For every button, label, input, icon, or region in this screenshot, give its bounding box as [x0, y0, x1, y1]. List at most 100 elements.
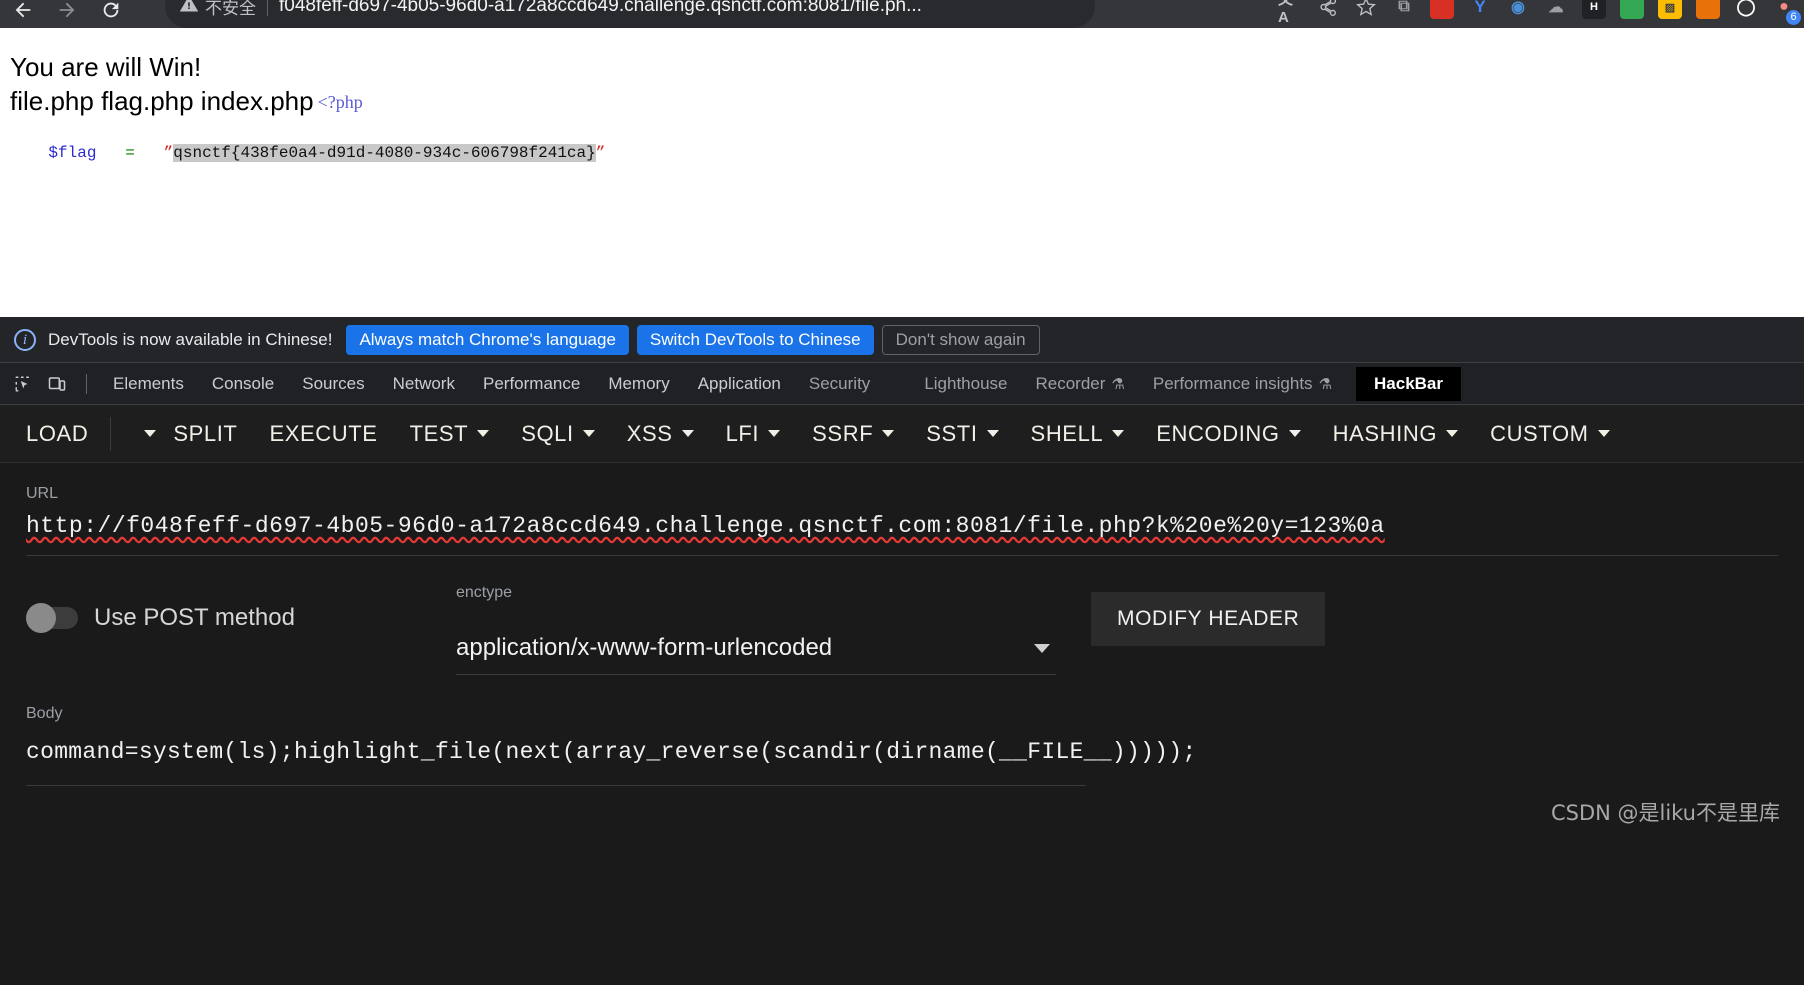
- hackbar-menu-lfi[interactable]: LFI: [726, 421, 781, 447]
- request-options-row: Use POST method enctype application/x-ww…: [26, 584, 1778, 675]
- php-quote-open: ”: [163, 144, 174, 162]
- chevron-down-icon: [477, 430, 490, 437]
- tab-label: Memory: [608, 373, 670, 393]
- dont-show-again-button[interactable]: Don't show again: [881, 324, 1040, 355]
- arrow-left-icon[interactable]: [12, 2, 34, 25]
- tab-network[interactable]: Network: [379, 363, 469, 405]
- php-source-line: $flag = ”qsnctf{438fe0a4-d91d-4080-934c-…: [10, 120, 1804, 186]
- device-toolbar-icon[interactable]: [40, 367, 74, 401]
- tab-lighthouse[interactable]: Lighthouse: [910, 363, 1021, 405]
- url-input-value: http://f048feff-d697-4b05-96d0-a172a8ccd…: [26, 513, 1385, 539]
- chevron-down-icon: [1597, 430, 1610, 437]
- switch-to-chinese-button[interactable]: Switch DevTools to Chinese: [636, 324, 874, 355]
- extension-green-icon[interactable]: [1620, 0, 1644, 19]
- tab-label: Network: [392, 373, 455, 393]
- url-field-label: URL: [26, 485, 59, 502]
- tab-recorder[interactable]: Recorder ⚗: [1022, 363, 1139, 405]
- body-textarea[interactable]: command=system(ls);highlight_file(next(a…: [26, 733, 1196, 771]
- star-icon[interactable]: [1354, 0, 1378, 19]
- hackbar-menu-encoding[interactable]: ENCODING: [1156, 420, 1301, 447]
- post-method-toggle-group[interactable]: Use POST method: [26, 584, 456, 633]
- menu-label: TEST: [409, 420, 469, 446]
- hackbar-menu-execute[interactable]: EXECUTE: [269, 421, 377, 447]
- hackbar-menu-load[interactable]: LOAD: [26, 421, 88, 447]
- tab-security[interactable]: Security: [795, 363, 884, 405]
- extension-orange-icon[interactable]: [1696, 0, 1720, 19]
- tab-console[interactable]: Console: [198, 363, 288, 405]
- hackbar-menu-ssrf[interactable]: SSRF: [812, 421, 895, 447]
- browser-toolbar: 不安全 f048feff-d697-4b05-96d0-a172a8ccd649…: [0, 0, 1804, 28]
- body-field: Body command=system(ls);highlight_file(n…: [26, 705, 1778, 786]
- chevron-down-icon: [986, 430, 999, 437]
- address-bar[interactable]: 不安全 f048feff-d697-4b05-96d0-a172a8ccd649…: [165, 0, 1095, 28]
- tab-label: Sources: [302, 373, 365, 393]
- always-match-language-button[interactable]: Always match Chrome's language: [346, 324, 629, 355]
- chevron-down-icon: [882, 430, 895, 437]
- flask-icon: ⚗: [1318, 375, 1333, 393]
- hackbar-menu-ssti[interactable]: SSTI: [926, 421, 999, 447]
- arrow-right-icon[interactable]: [56, 2, 78, 25]
- hackbar-menu-test[interactable]: TEST: [410, 421, 490, 447]
- tab-label: Security: [808, 373, 871, 393]
- share-icon[interactable]: [1316, 0, 1340, 19]
- enctype-selected-value: application/x-www-form-urlencoded: [456, 634, 833, 661]
- page-heading-text: You are will Win!: [10, 52, 202, 82]
- post-method-label: Use POST method: [94, 604, 295, 631]
- inspect-element-icon[interactable]: [6, 367, 40, 401]
- chevron-down-icon: [1446, 430, 1459, 437]
- notification-message: DevTools is now available in Chinese!: [48, 329, 333, 349]
- php-variable: $flag: [48, 144, 97, 162]
- flag-value: qsnctf{438fe0a4-d91d-4080-934c-606798f24…: [173, 144, 596, 162]
- chevron-down-icon: [1288, 430, 1301, 437]
- hackbar-menu-sqli[interactable]: SQLI: [521, 421, 595, 447]
- hackbar-menu-custom[interactable]: CUSTOM: [1490, 421, 1610, 447]
- notification-badge: 6: [1786, 10, 1801, 25]
- url-input[interactable]: http://f048feff-d697-4b05-96d0-a172a8ccd…: [26, 513, 1778, 543]
- extension-profile-icon[interactable]: ● 6: [1772, 0, 1801, 25]
- tab-label: Recorder: [1035, 373, 1106, 393]
- enctype-select[interactable]: application/x-www-form-urlencoded: [456, 628, 1056, 675]
- tab-elements[interactable]: Elements: [99, 363, 198, 405]
- post-method-toggle[interactable]: [26, 603, 78, 633]
- chevron-down-icon: [582, 430, 595, 437]
- extension-blue-y-icon[interactable]: Y: [1468, 0, 1492, 19]
- extension-yellow-icon[interactable]: ▨: [1658, 0, 1682, 19]
- tab-performance-insights[interactable]: Performance insights ⚗: [1139, 363, 1346, 405]
- extension-cloud-icon[interactable]: ☁: [1544, 0, 1568, 19]
- load-dropdown-caret-icon[interactable]: [137, 419, 163, 449]
- tab-sources[interactable]: Sources: [288, 363, 378, 405]
- flask-icon: ⚗: [1111, 375, 1125, 393]
- menu-label: SQLI: [521, 420, 574, 446]
- tab-label: Performance: [482, 373, 581, 393]
- extension-h-icon[interactable]: H: [1582, 0, 1606, 19]
- hackbar-menu-split[interactable]: SPLIT: [173, 421, 237, 447]
- tab-label: Performance insights: [1152, 373, 1313, 393]
- menu-label: ENCODING: [1156, 420, 1280, 446]
- hackbar-menu-hashing[interactable]: HASHING: [1333, 421, 1459, 447]
- hackbar-menu-shell[interactable]: SHELL: [1031, 421, 1125, 447]
- extension-eye-icon[interactable]: ◉: [1506, 0, 1530, 19]
- chevron-down-icon: [768, 430, 781, 437]
- reload-icon[interactable]: [100, 2, 122, 25]
- extension-ring-icon[interactable]: ◯: [1734, 0, 1758, 19]
- body-field-label: Body: [26, 705, 63, 722]
- devtools-language-notification: i DevTools is now available in Chinese! …: [0, 317, 1804, 363]
- url-input-underline: [26, 555, 1778, 556]
- devtools-tab-strip: Elements Console Sources Network Perform…: [0, 363, 1804, 405]
- enctype-field: enctype application/x-www-form-urlencode…: [456, 584, 1056, 675]
- modify-header-button[interactable]: MODIFY HEADER: [1091, 592, 1326, 646]
- chevron-down-icon: [1112, 430, 1125, 437]
- tab-performance[interactable]: Performance: [469, 363, 594, 405]
- warning-triangle-icon: [179, 0, 199, 19]
- menu-label: XSS: [626, 420, 673, 446]
- tab-memory[interactable]: Memory: [594, 363, 683, 405]
- php-operator: =: [125, 144, 135, 162]
- translate-icon[interactable]: 文A: [1278, 0, 1302, 26]
- hackbar-menu-xss[interactable]: XSS: [627, 421, 694, 447]
- menu-label: LOAD: [26, 420, 89, 446]
- extension-puzzle-icon[interactable]: ⧉: [1392, 0, 1416, 19]
- tab-hackbar[interactable]: HackBar: [1356, 366, 1462, 401]
- extension-red-icon[interactable]: [1430, 0, 1454, 19]
- body-input-underline: [26, 785, 1086, 786]
- tab-application[interactable]: Application: [684, 363, 795, 405]
